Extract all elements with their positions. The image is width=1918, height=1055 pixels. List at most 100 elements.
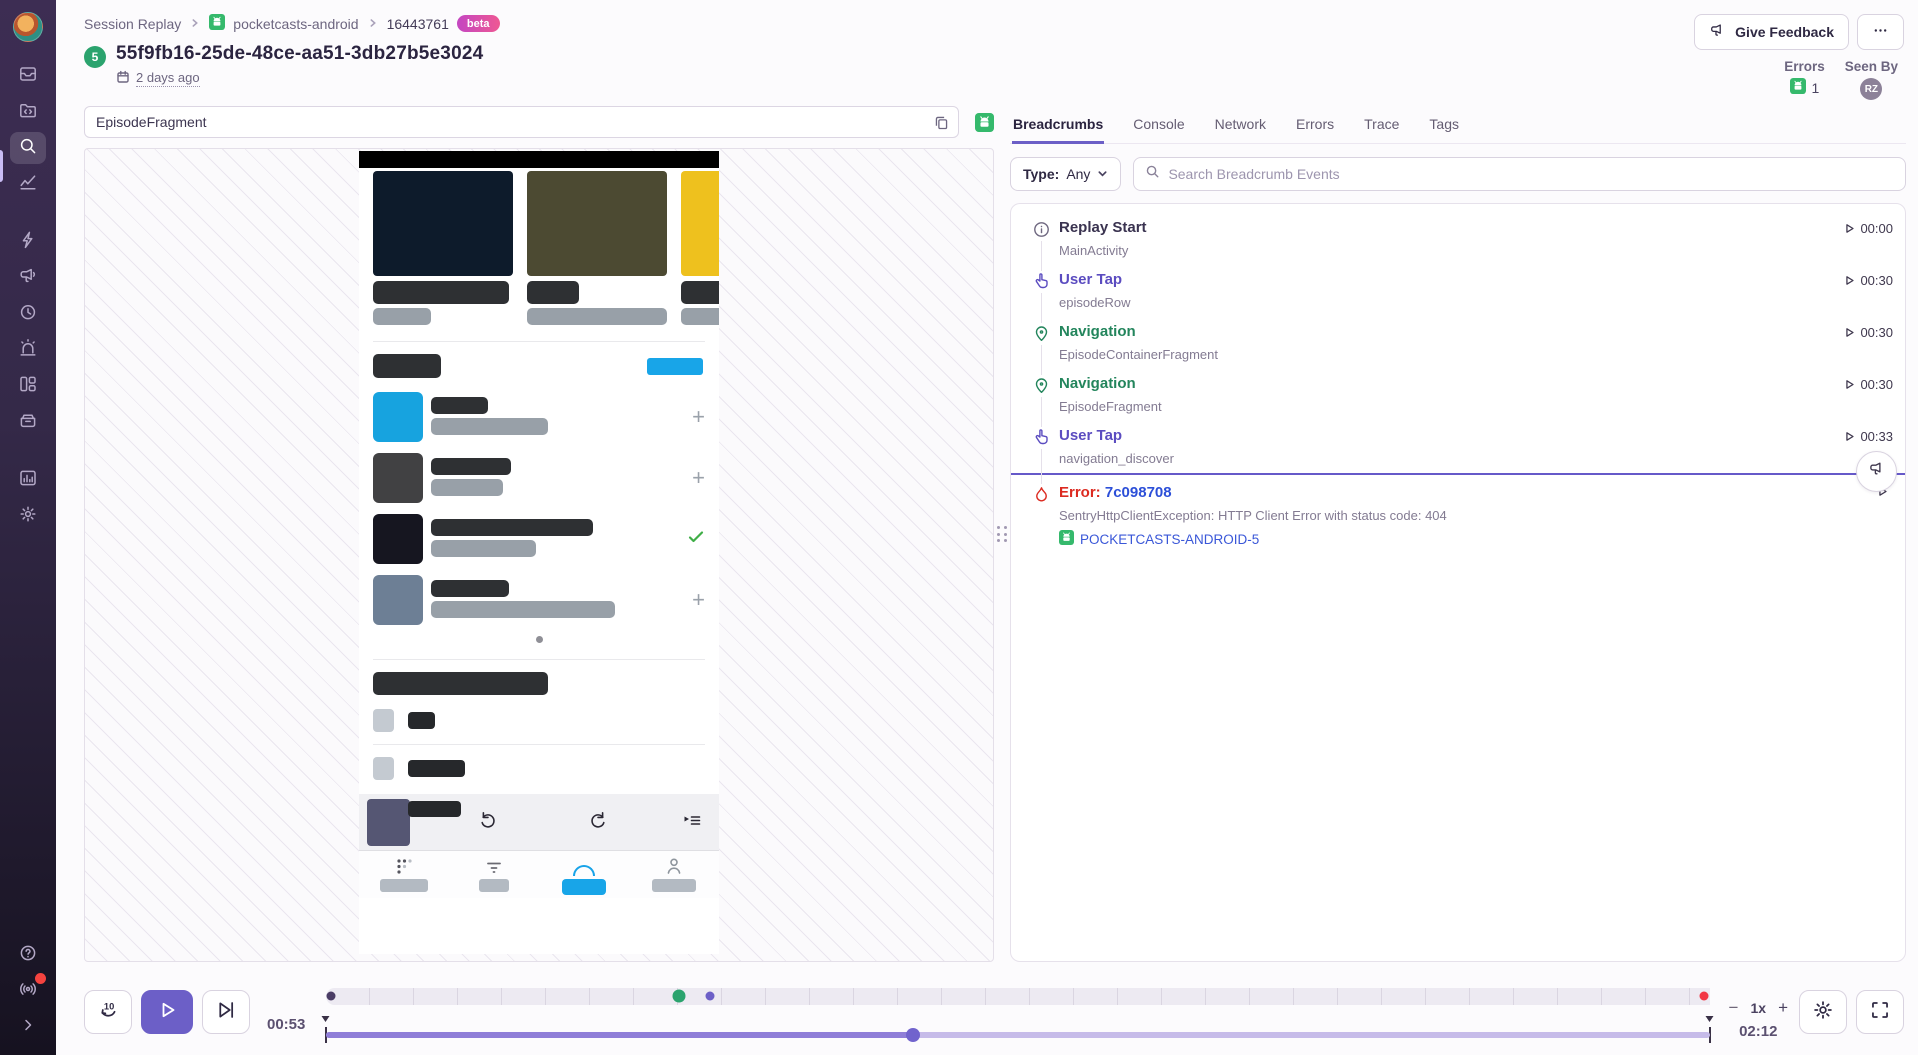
event-timestamp[interactable]: 00:33 xyxy=(1844,429,1893,444)
episode-row xyxy=(373,514,705,564)
dashboards-icon xyxy=(18,374,38,399)
more-options-button[interactable] xyxy=(1857,14,1904,50)
activity-count-badge: 5 xyxy=(84,46,106,68)
settings-gear-icon xyxy=(18,504,38,529)
plus-icon: + xyxy=(692,406,705,428)
errors-count: 1 xyxy=(1812,80,1820,96)
rewind-10s-button[interactable]: 10 xyxy=(84,990,132,1034)
speed-increase-button[interactable]: + xyxy=(1778,998,1788,1018)
tab-console[interactable]: Console xyxy=(1132,111,1185,144)
megaphone-icon xyxy=(1709,22,1726,42)
search-icon xyxy=(1145,164,1160,184)
timeline-track[interactable] xyxy=(326,1032,1709,1038)
breadcrumb-replay-id[interactable]: 16443761 xyxy=(387,16,449,32)
sidebar-item-releases[interactable] xyxy=(10,406,46,438)
episode-artwork xyxy=(373,453,423,503)
sidebar-item-issues[interactable] xyxy=(10,60,46,92)
event-timestamp[interactable]: 00:30 xyxy=(1844,273,1893,288)
tab-breadcrumbs[interactable]: Breadcrumbs xyxy=(1012,111,1104,144)
calendar-icon xyxy=(116,70,130,87)
projects-icon xyxy=(18,100,38,125)
player-settings-button[interactable] xyxy=(1799,990,1847,1034)
errors-label: Errors xyxy=(1784,59,1825,74)
error-id-link[interactable]: 7c098708 xyxy=(1105,484,1172,501)
page-header: Session Replay pocketcasts-android 16443… xyxy=(56,0,1918,100)
floating-feedback-button[interactable] xyxy=(1856,451,1897,492)
breadcrumb-session-replay[interactable]: Session Replay xyxy=(84,16,181,32)
nav-item-podcasts xyxy=(359,855,449,898)
breadcrumb-event-row-error[interactable]: Error: 7c098708 SentryHttpClientExceptio… xyxy=(1011,475,1905,548)
event-description: SentryHttpClientException: HTTP Client E… xyxy=(1059,508,1877,523)
issue-project-link[interactable]: POCKETCASTS-ANDROID-5 xyxy=(1080,532,1259,547)
breadcrumb-event-row[interactable]: User Tap navigation_discover 00:33 xyxy=(1011,420,1905,472)
sidebar-item-alerts[interactable] xyxy=(10,334,46,366)
give-feedback-button[interactable]: Give Feedback xyxy=(1694,14,1849,50)
android-project-icon xyxy=(1790,78,1806,97)
timeline-start-marker xyxy=(326,992,335,1001)
event-timestamp[interactable]: 00:00 xyxy=(1844,221,1893,236)
details-pane: Breadcrumbs Console Network Errors Trace… xyxy=(1010,106,1906,962)
event-timestamp[interactable]: 00:30 xyxy=(1844,325,1893,340)
sidebar-item-replays[interactable] xyxy=(10,298,46,330)
timeline-playhead[interactable] xyxy=(906,1028,920,1042)
timeline-error-marker[interactable] xyxy=(1700,992,1709,1001)
sidebar-item-feedback[interactable] xyxy=(10,262,46,294)
episode-row: + xyxy=(373,575,705,625)
placeholder-bar xyxy=(431,479,503,496)
android-platform-icon xyxy=(975,113,994,132)
speed-control: − 1x + xyxy=(1729,998,1788,1018)
copy-button[interactable] xyxy=(928,110,954,134)
sidebar-item-help[interactable] xyxy=(10,939,46,971)
sidebar-item-starfish[interactable] xyxy=(10,226,46,258)
chevron-right-icon xyxy=(189,16,201,32)
divider xyxy=(373,659,705,660)
sidebar-item-settings[interactable] xyxy=(10,500,46,532)
replay-viewport[interactable]: + + xyxy=(84,148,994,962)
device-status-bar xyxy=(359,151,719,168)
navigation-pin-icon xyxy=(1033,375,1050,397)
play-pause-button[interactable] xyxy=(141,990,193,1034)
panel-resize-handle[interactable] xyxy=(994,106,1010,962)
sidebar-item-stats[interactable] xyxy=(10,464,46,496)
redo-skip-forward-icon xyxy=(587,810,609,832)
episode-list: + + xyxy=(359,378,719,625)
breadcrumb-event-row[interactable]: Replay Start MainActivity 00:00 xyxy=(1011,212,1905,264)
podcast-artwork xyxy=(373,171,513,276)
timeline-event-marker-green[interactable] xyxy=(673,990,686,1003)
replay-meta: Errors 1 Seen By RZ xyxy=(1784,59,1904,100)
tab-errors[interactable]: Errors xyxy=(1295,111,1335,144)
timeline-activity-strip[interactable] xyxy=(326,988,1709,1005)
speed-decrease-button[interactable]: − xyxy=(1729,998,1739,1018)
breadcrumb-event-row[interactable]: User Tap episodeRow 00:30 xyxy=(1011,264,1905,316)
sidebar-collapse-button[interactable] xyxy=(10,1011,46,1043)
skip-to-end-button[interactable] xyxy=(202,990,250,1034)
type-filter-value: Any xyxy=(1066,166,1090,182)
sidebar-item-projects[interactable] xyxy=(10,96,46,128)
placeholder-square xyxy=(373,709,394,732)
nav-label-placeholder xyxy=(380,879,428,892)
org-avatar[interactable] xyxy=(13,12,43,42)
timeline-event-marker-purple[interactable] xyxy=(705,992,714,1001)
sidebar-item-whats-new[interactable] xyxy=(10,975,46,1007)
event-timestamp[interactable]: 00:30 xyxy=(1844,377,1893,392)
breadcrumb-event-row[interactable]: Navigation EpisodeContainerFragment 00:3… xyxy=(1011,316,1905,368)
sidebar-item-dashboards[interactable] xyxy=(10,370,46,402)
breadcrumb-project[interactable]: pocketcasts-android xyxy=(233,16,358,32)
alerts-siren-icon xyxy=(18,338,38,363)
type-filter-dropdown[interactable]: Type: Any xyxy=(1010,157,1121,191)
fullscreen-button[interactable] xyxy=(1856,990,1904,1034)
tab-network[interactable]: Network xyxy=(1214,111,1267,144)
placeholder-bar xyxy=(431,519,593,536)
sidebar-item-search[interactable] xyxy=(10,132,46,164)
up-next-queue-icon xyxy=(681,810,703,832)
tab-tags[interactable]: Tags xyxy=(1428,111,1460,144)
breadcrumb-event-row[interactable]: Navigation EpisodeFragment 00:30 xyxy=(1011,368,1905,420)
breadcrumb-search-input[interactable] xyxy=(1168,166,1894,182)
tab-trace[interactable]: Trace xyxy=(1363,111,1400,144)
now-playing-artwork xyxy=(367,799,410,846)
timeline-scrubber[interactable] xyxy=(326,972,1709,1052)
sidebar-item-performance[interactable] xyxy=(10,168,46,200)
plus-icon: + xyxy=(692,589,705,611)
replay-dom-search-input[interactable] xyxy=(84,106,959,138)
placeholder-bar xyxy=(431,601,615,618)
